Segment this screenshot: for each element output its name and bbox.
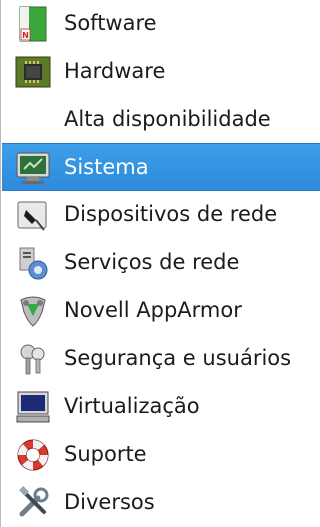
menu-item-software[interactable]: N Software — [2, 0, 320, 48]
menu-item-label: Segurança e usuários — [64, 346, 292, 370]
network-services-icon — [14, 244, 52, 282]
menu-item-suporte[interactable]: Suporte — [2, 431, 320, 479]
menu-item-sistema[interactable]: Sistema — [2, 143, 320, 191]
menu-item-label: Novell AppArmor — [64, 298, 242, 322]
menu-item-label: Serviços de rede — [64, 250, 240, 274]
menu-item-hardware[interactable]: Hardware — [2, 48, 320, 96]
category-menu: N Software Hardware Alta disponibilidade — [0, 0, 320, 527]
menu-item-label: Alta disponibilidade — [64, 107, 271, 131]
menu-item-virtualizacao[interactable]: Virtualização — [2, 383, 320, 431]
menu-item-label: Dispositivos de rede — [64, 202, 278, 226]
menu-item-label: Virtualização — [64, 394, 200, 418]
software-package-icon: N — [14, 5, 52, 43]
security-users-icon — [14, 340, 52, 378]
virtualization-monitor-icon — [14, 388, 52, 426]
menu-item-seguranca-e-usuarios[interactable]: Segurança e usuários — [2, 335, 320, 383]
menu-item-dispositivos-de-rede[interactable]: Dispositivos de rede — [2, 191, 320, 239]
system-monitor-icon — [14, 149, 52, 187]
menu-item-label: Sistema — [64, 155, 149, 179]
menu-item-label: Suporte — [64, 442, 147, 466]
tools-icon — [14, 484, 52, 522]
menu-item-servicos-de-rede[interactable]: Serviços de rede — [2, 239, 320, 287]
menu-item-diversos[interactable]: Diversos — [2, 479, 320, 527]
network-card-icon — [14, 196, 52, 234]
svg-text:N: N — [22, 31, 29, 40]
hardware-chip-icon — [14, 53, 52, 91]
menu-item-label: Software — [64, 11, 157, 35]
menu-item-novell-apparmor[interactable]: Novell AppArmor — [2, 287, 320, 335]
menu-item-alta-disponibilidade[interactable]: Alta disponibilidade — [2, 96, 320, 144]
lifebuoy-icon — [14, 436, 52, 474]
menu-item-label: Diversos — [64, 490, 155, 514]
apparmor-shield-icon — [14, 292, 52, 330]
menu-item-label: Hardware — [64, 59, 166, 83]
